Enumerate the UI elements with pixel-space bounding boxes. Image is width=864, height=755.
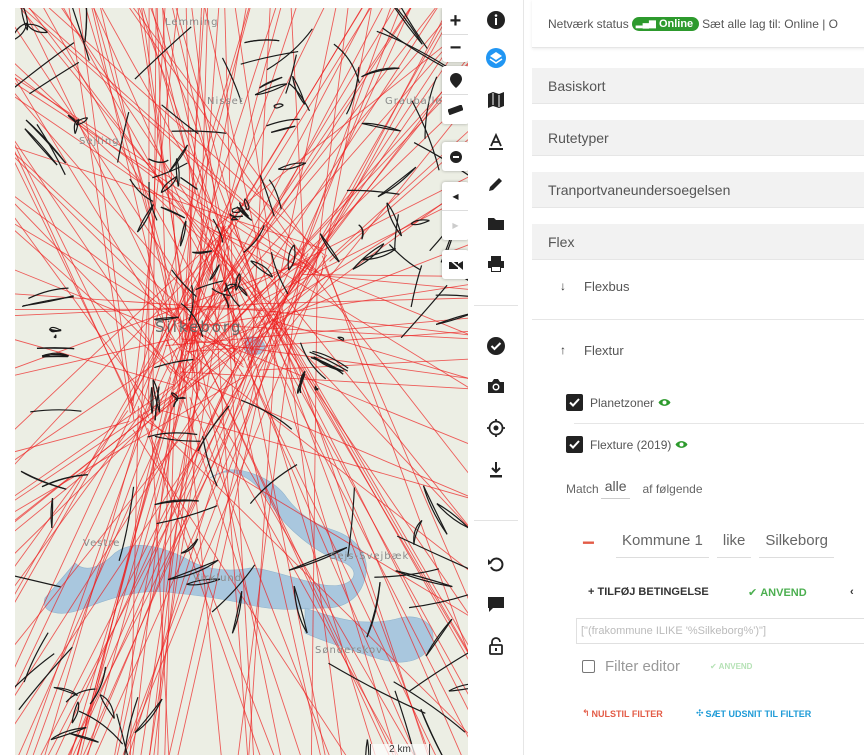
- online-badge[interactable]: ▂▄▆ Online: [631, 16, 700, 31]
- map-canvas[interactable]: [15, 8, 468, 755]
- place-label: Lemming: [165, 17, 219, 28]
- layers-icon: [486, 48, 506, 68]
- layer-flexture-2019[interactable]: Flexture (2019): [566, 436, 688, 453]
- layer-checkbox[interactable]: [566, 436, 583, 453]
- filter-condition: − Kommune 1 like Silkeborg: [582, 528, 842, 558]
- route-line: [15, 308, 272, 311]
- layer-planetzoner[interactable]: Planetzoner: [566, 394, 671, 411]
- map-tools-streetview: [442, 250, 468, 279]
- info-button[interactable]: [468, 2, 524, 38]
- text-icon: [489, 132, 503, 150]
- place-label: Nisset: [207, 96, 244, 107]
- network-status-bar: Netværk status ▂▄▆ Online Sæt alle lag ti…: [532, 0, 864, 48]
- place-label: Vestre: [83, 538, 121, 549]
- filter-expression-input[interactable]: ["(frakommune ILIKE '%Silkeborg%')"]: [576, 618, 864, 644]
- draw-button[interactable]: [468, 166, 524, 202]
- basemap-button[interactable]: [468, 82, 524, 118]
- subgroup-flexbus[interactable]: ↓ Flexbus: [532, 266, 864, 306]
- undo-icon: [488, 557, 504, 572]
- locate-button[interactable]: [468, 410, 524, 446]
- layer-panel: Netværk status ▂▄▆ Online Sæt alle lag ti…: [524, 0, 864, 755]
- map-view[interactable]: Lemming Nisset Grauballe Sejling Silkebo…: [15, 8, 468, 755]
- history-forward-icon[interactable]: ▶: [442, 211, 468, 240]
- condition-field-select[interactable]: Kommune 1: [616, 528, 709, 558]
- print-button[interactable]: [468, 246, 524, 282]
- streetview-icon[interactable]: [442, 250, 468, 279]
- validate-button[interactable]: [468, 328, 524, 364]
- group-basiskort[interactable]: Basiskort: [532, 68, 864, 104]
- zoom-out-button[interactable]: −: [442, 35, 468, 62]
- comment-icon: [488, 597, 504, 612]
- side-toolbar: [468, 0, 524, 755]
- set-all-layers-link[interactable]: Sæt alle lag til: Online | O: [702, 17, 838, 31]
- map-icon: [488, 92, 504, 108]
- download-icon: [490, 462, 502, 478]
- scale-bar: 2 km: [370, 744, 430, 755]
- pencil-icon: [489, 178, 502, 191]
- check-icon: ✔: [748, 587, 758, 599]
- unlock-icon: [489, 637, 503, 655]
- group-flex[interactable]: Flex: [532, 224, 864, 260]
- network-status-label: Netværk status: [548, 16, 629, 31]
- print-icon: [488, 256, 504, 272]
- place-label: Grauballe: [385, 96, 443, 107]
- remove-condition-button[interactable]: −: [582, 530, 616, 556]
- reset-filter-button[interactable]: ↰ NULSTIL FILTER: [582, 708, 663, 719]
- condition-operator-select[interactable]: like: [716, 528, 752, 558]
- eye-icon[interactable]: [675, 440, 688, 449]
- login-button[interactable]: [468, 628, 524, 664]
- set-extent-button[interactable]: ✣ SÆT UDSNIT TIL FILTER: [696, 708, 811, 719]
- move-icon: ✣: [696, 708, 704, 718]
- place-label: Sønderskov: [315, 645, 384, 656]
- undo-arrow-icon: ↰: [582, 708, 590, 718]
- marker-icon[interactable]: [442, 66, 468, 95]
- add-condition-button[interactable]: + TILFØJ BETINGELSE: [588, 586, 709, 598]
- place-label: Virklund: [193, 573, 243, 584]
- text-button[interactable]: [468, 124, 524, 160]
- place-label: Silkeborg: [155, 318, 243, 336]
- map-tools-history: ◀ ▶: [442, 182, 468, 240]
- group-transport[interactable]: Tranportvaneundersoegelsen: [532, 172, 864, 208]
- condition-value-input[interactable]: Silkeborg: [759, 528, 834, 558]
- filter-editor-row: Filter editor ✔ ANVEND: [582, 658, 752, 675]
- map-tools-clear: [442, 142, 468, 171]
- zoom-control: + −: [442, 8, 468, 62]
- map-tools-measure: [442, 66, 468, 124]
- folder-button[interactable]: [468, 206, 524, 242]
- snapshot-button[interactable]: [468, 368, 524, 404]
- arrow-down-icon: ↓: [560, 279, 566, 293]
- layers-button[interactable]: [468, 40, 524, 76]
- ruler-icon[interactable]: [442, 95, 468, 124]
- zoom-in-button[interactable]: +: [442, 8, 468, 35]
- minus-circle-icon[interactable]: [442, 142, 468, 171]
- more-icon[interactable]: ‹: [850, 586, 854, 598]
- feedback-button[interactable]: [468, 586, 524, 622]
- signal-icon: ▂▄▆: [635, 18, 656, 28]
- arrow-up-icon: ↑: [560, 343, 566, 357]
- reset-button[interactable]: [468, 546, 524, 582]
- info-icon: [487, 11, 505, 29]
- place-label: Sejling: [79, 136, 120, 147]
- locate-icon: [487, 419, 505, 437]
- apply-small-button[interactable]: ✔ ANVEND: [710, 662, 752, 671]
- camera-icon: [488, 379, 504, 393]
- download-button[interactable]: [468, 452, 524, 488]
- eye-icon[interactable]: [658, 398, 671, 407]
- place-label: Sejs-Svejbæk: [330, 551, 410, 562]
- layer-checkbox[interactable]: [566, 394, 583, 411]
- folder-icon: [488, 218, 504, 230]
- apply-button[interactable]: ✔ ANVEND: [748, 586, 807, 600]
- filter-editor-checkbox[interactable]: [582, 660, 595, 673]
- group-rutetyper[interactable]: Rutetyper: [532, 120, 864, 156]
- match-row: Match alle af følgende: [566, 478, 703, 499]
- subgroup-flextur[interactable]: ↑ Flextur: [532, 330, 864, 370]
- check-circle-icon: [487, 337, 505, 355]
- history-back-icon[interactable]: ◀: [442, 182, 468, 211]
- match-select[interactable]: alle: [600, 478, 631, 499]
